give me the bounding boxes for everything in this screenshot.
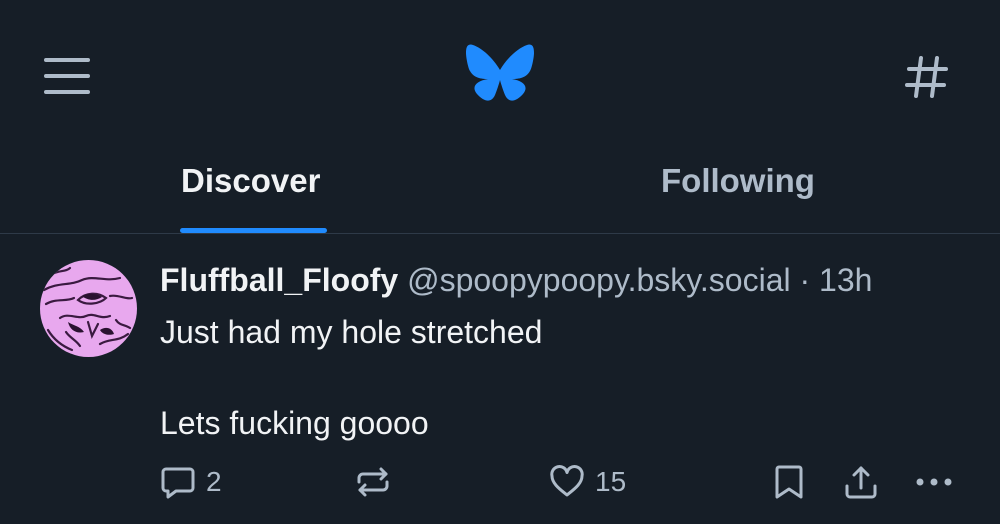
speech-bubble-icon <box>161 467 195 499</box>
repost-button[interactable] <box>355 460 401 504</box>
tab-following[interactable]: Following <box>500 140 1000 233</box>
avatar[interactable] <box>40 260 137 357</box>
reply-count: 2 <box>206 466 222 497</box>
feed-post[interactable]: Fluffball_Floofy @spoopypoopy.bsky.socia… <box>0 234 1000 524</box>
post-time[interactable]: 13h <box>819 262 872 298</box>
share-icon <box>845 466 877 499</box>
post-text-line-1: Just had my hole stretched <box>160 314 543 350</box>
tab-discover[interactable]: Discover <box>0 140 500 233</box>
tab-following-label: Following <box>661 162 815 199</box>
bookmark-button[interactable] <box>772 460 806 504</box>
post-header: Fluffball_Floofy @spoopypoopy.bsky.socia… <box>160 260 872 300</box>
like-button[interactable]: 15 <box>549 460 626 504</box>
repost-arrows-icon <box>357 467 389 497</box>
author-handle[interactable]: @spoopypoopy.bsky.social <box>407 262 791 298</box>
tab-discover-label: Discover <box>181 162 321 199</box>
like-count: 15 <box>595 466 627 497</box>
reply-button[interactable]: 2 <box>160 460 222 504</box>
bookmark-icon <box>775 465 803 499</box>
post-actions: 2 15 <box>0 460 1000 504</box>
post-text-line-2: Lets fucking goooo <box>160 405 429 441</box>
hashtag-icon <box>905 56 948 98</box>
more-options-button[interactable] <box>914 460 954 504</box>
butterfly-icon[interactable] <box>466 44 534 106</box>
menu-button[interactable] <box>44 58 90 94</box>
ellipsis-icon <box>916 478 952 486</box>
top-bar <box>0 0 1000 140</box>
author-name[interactable]: Fluffball_Floofy <box>160 262 398 298</box>
heart-icon <box>550 465 584 497</box>
share-button[interactable] <box>843 460 879 504</box>
separator-dot: · <box>799 262 811 298</box>
app-screen: Discover Following Fluffball_Floofy @spo… <box>0 0 1000 524</box>
feeds-button[interactable] <box>904 54 950 100</box>
feed-tabs: Discover Following <box>0 140 1000 233</box>
